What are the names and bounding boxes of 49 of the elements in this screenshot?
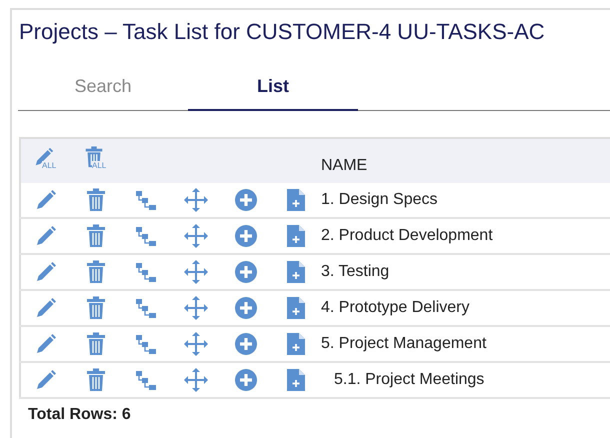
add-document-icon[interactable] — [286, 260, 306, 284]
task-name: 5. Project Management — [321, 335, 486, 353]
hierarchy-icon[interactable] — [135, 333, 157, 355]
task-name: 3. Testing — [321, 263, 390, 281]
add-circle-icon[interactable] — [234, 260, 258, 284]
trash-icon[interactable] — [85, 368, 107, 392]
tab[interactable]: List — [188, 64, 358, 111]
window-title: Projects – Task List for CUSTOMER-4 UU-TASKS-AC — [18, 18, 545, 46]
add-circle-icon[interactable] — [234, 296, 258, 320]
pencil-icon[interactable] — [34, 189, 58, 211]
icon-label: ALL — [92, 161, 106, 170]
pencil-icon[interactable] — [34, 225, 58, 247]
hierarchy-icon[interactable] — [135, 297, 157, 319]
add-circle-icon[interactable] — [234, 368, 258, 392]
move-icon[interactable] — [183, 295, 209, 321]
add-circle-icon[interactable] — [234, 188, 258, 212]
hierarchy-icon[interactable] — [135, 225, 157, 247]
add-circle-icon[interactable] — [234, 224, 258, 248]
move-icon[interactable] — [183, 331, 209, 357]
icon-label: ALL — [42, 161, 56, 170]
move-icon[interactable] — [183, 259, 209, 285]
total-rows-text: Total Rows: 6 — [27, 405, 131, 424]
hierarchy-icon[interactable] — [135, 261, 157, 283]
tab[interactable]: Search — [18, 64, 188, 111]
task-name: 1. Design Specs — [321, 191, 438, 209]
move-icon[interactable] — [183, 187, 209, 213]
add-document-icon[interactable] — [286, 188, 306, 212]
trash-icon[interactable] — [85, 296, 107, 320]
add-document-icon[interactable] — [286, 332, 306, 356]
hierarchy-icon[interactable] — [135, 369, 157, 391]
task-name: 2. Product Development — [321, 227, 493, 245]
add-document-icon[interactable] — [286, 368, 306, 392]
add-document-icon[interactable] — [286, 296, 306, 320]
trash-icon[interactable] — [85, 188, 107, 212]
trash-icon[interactable] — [85, 260, 107, 284]
pencil-icon[interactable] — [34, 261, 58, 283]
column-header: NAME — [321, 157, 368, 174]
trash-icon[interactable] — [85, 224, 107, 248]
task-name: 4. Prototype Delivery — [321, 299, 470, 317]
pencil-icon[interactable] — [34, 369, 58, 391]
add-circle-icon[interactable] — [234, 332, 258, 356]
hierarchy-icon[interactable] — [135, 189, 157, 211]
pencil-icon[interactable] — [34, 297, 58, 319]
trash-icon[interactable] — [85, 332, 107, 356]
task-name: 5.1. Project Meetings — [334, 371, 484, 389]
move-icon[interactable] — [183, 223, 209, 249]
move-icon[interactable] — [183, 367, 209, 393]
add-document-icon[interactable] — [286, 224, 306, 248]
pencil-icon[interactable] — [34, 333, 58, 355]
